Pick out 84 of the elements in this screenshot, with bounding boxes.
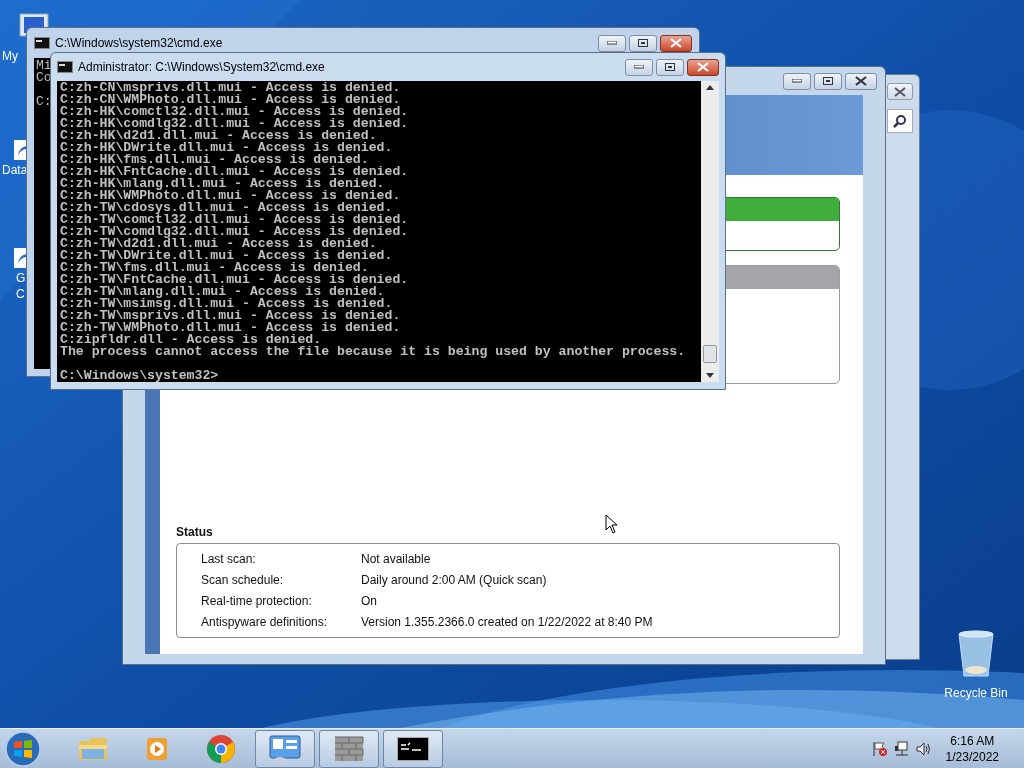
console-line: C:zh-TW\FntCache.dll.mui - Access is denied. <box>60 274 409 286</box>
brick-wall-icon <box>334 735 364 762</box>
console-line: C:zh-TW\DWrite.dll.mui - Access is denied. <box>60 250 393 262</box>
scroll-down-icon[interactable] <box>706 373 714 378</box>
console-line: C:zh-TW\mlang.dll.mui - Access is denied. <box>60 286 385 298</box>
scroll-up-icon[interactable] <box>706 85 714 90</box>
console-line: C:zh-TW\WMPhoto.dll.mui - Access is denied. <box>60 322 401 334</box>
control-panel-icon <box>268 733 302 764</box>
minimize-icon <box>634 65 644 69</box>
volume-icon[interactable] <box>915 740 932 757</box>
close-button[interactable] <box>845 72 877 90</box>
close-button[interactable] <box>687 58 719 76</box>
maximize-icon <box>823 77 833 85</box>
maximize-button[interactable] <box>814 72 842 90</box>
console-icon <box>397 736 429 761</box>
windows-logo-icon <box>5 730 41 767</box>
status-label: Scan schedule: <box>201 572 285 589</box>
recycle-bin-icon[interactable] <box>957 630 995 678</box>
console-line: C:zh-HK\fms.dll.mui - Access is denied. <box>60 154 369 166</box>
status-label: Antispyware definitions: <box>201 614 329 631</box>
shortcut-icon <box>14 140 26 160</box>
maximize-icon <box>665 63 675 71</box>
section-heading: Status <box>176 524 213 541</box>
desktop-icon-label[interactable]: C <box>2 286 25 302</box>
console-line: C:zh-HK\comctl32.dll.mui - Access is denied. <box>60 106 409 118</box>
close-icon <box>697 62 709 72</box>
console-line: C:zh-TW\cdosys.dll.mui - Access is denied. <box>60 202 393 214</box>
maximize-button[interactable] <box>656 58 684 76</box>
console-line: C:zh-TW\comctl32.dll.mui - Access is denied. <box>60 214 409 226</box>
console-line: C:zh-TW\fms.dll.mui - Access is denied. <box>60 262 369 274</box>
status-value: Version 1.355.2366.0 created on 1/22/2022 at 8:40 PM <box>361 614 654 631</box>
console-line: C:zh-HK\d2d1.dll.mui - Access is denied. <box>60 130 377 142</box>
maximize-button[interactable] <box>629 34 657 52</box>
taskbar-button[interactable] <box>383 729 443 768</box>
console-icon <box>34 37 50 49</box>
console-line: C:zh-CN\WMPhoto.dll.mui - Access is denied. <box>60 94 401 106</box>
start-button[interactable] <box>3 728 43 768</box>
scroll-thumb[interactable] <box>703 345 717 363</box>
window-title: C:\Windows\system32\cmd.exe <box>55 35 223 52</box>
close-icon <box>894 86 906 97</box>
scrollbar[interactable] <box>701 81 719 382</box>
search-icon <box>893 114 907 128</box>
console-icon <box>57 61 73 73</box>
status-value: Not available <box>361 551 432 568</box>
console-line: C:zh-HK\DWrite.dll.mui - Access is denied. <box>60 142 393 154</box>
network-icon[interactable] <box>893 740 910 757</box>
close-button[interactable] <box>887 83 913 100</box>
console-line: C:zh-HK\FntCache.dll.mui - Access is denied. <box>60 166 409 178</box>
console-line: C:zh-HK\comdlg32.dll.mui - Access is denied. <box>60 118 409 130</box>
status-value: On <box>361 593 378 610</box>
status-label: Real-time protection: <box>201 593 313 610</box>
close-icon <box>670 38 682 48</box>
console-line: C:zh-HK\mlang.dll.mui - Access is denied. <box>60 178 385 190</box>
status-label: Last scan: <box>201 551 257 568</box>
clock[interactable]: 6:16 AM 1/23/2022 <box>945 732 999 765</box>
minimize-icon <box>792 79 802 83</box>
chrome-icon <box>206 733 236 764</box>
desktop-icon-label[interactable]: Data <box>2 162 28 178</box>
console-prompt: C:\Windows\system32> <box>60 370 219 382</box>
maximize-icon <box>638 39 648 47</box>
shortcut-icon <box>14 248 26 268</box>
minimize-icon <box>607 41 617 45</box>
console-line: C:zh-TW\msprivs.dll.mui - Access is denied. <box>60 310 401 322</box>
status-value: Daily around 2:00 AM (Quick scan) <box>361 572 548 589</box>
console-line: C:zh-CN\msprivs.dll.mui - Access is denied. <box>60 82 401 94</box>
close-button[interactable] <box>660 34 692 52</box>
console-prompt: C: <box>36 96 52 108</box>
desktop-icon-label[interactable]: G <box>2 270 26 286</box>
console-line: C:zh-HK\WMPhoto.dll.mui - Access is denied. <box>60 190 401 202</box>
desktop-icon-label[interactable]: My <box>2 48 18 64</box>
console-line: C:zh-TW\comdlg32.dll.mui - Access is denied. <box>60 226 409 238</box>
clock-date: 1/23/2022 <box>945 748 999 765</box>
search-button[interactable] <box>887 109 913 133</box>
cursor-icon <box>605 514 618 534</box>
window-title: Administrator: C:\Windows\System32\cmd.exe <box>78 59 325 76</box>
console-line: C:zipfldr.dll - Access is denied. <box>60 334 322 346</box>
recycle-bin-label[interactable]: Recycle Bin <box>944 684 1008 702</box>
console-line: C:zh-TW\d2d1.dll.mui - Access is denied. <box>60 238 377 250</box>
console-line: Mi <box>36 60 52 72</box>
clock-time: 6:16 AM <box>950 732 995 749</box>
close-icon <box>855 76 867 86</box>
console-line: C:zh-TW\msimsg.dll.mui - Access is denied. <box>60 298 393 310</box>
flag-icon[interactable] <box>871 740 888 757</box>
console-line: The process cannot access the file because it is being used by another process. <box>60 346 686 358</box>
